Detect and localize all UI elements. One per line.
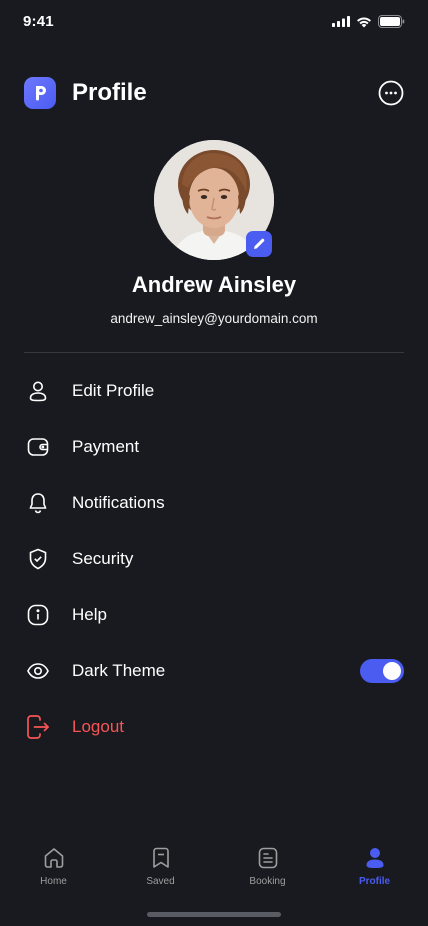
p-logo-icon [24, 77, 56, 109]
shield-icon [24, 545, 52, 573]
user-icon [24, 377, 52, 405]
wifi-icon [357, 17, 371, 27]
menu-item-payment[interactable]: Payment [24, 419, 404, 475]
avatar-container [154, 140, 274, 260]
eye-icon [24, 657, 52, 685]
home-indicator [147, 912, 281, 917]
battery-icon [378, 15, 405, 28]
tab-booking[interactable]: Booking [214, 846, 321, 896]
dark-theme-toggle[interactable] [360, 659, 404, 683]
menu-item-label: Payment [72, 437, 140, 456]
signal-icon [332, 16, 350, 27]
status-bar: 9:41 [0, 0, 428, 44]
document-icon [258, 847, 277, 869]
bookmark-icon [152, 847, 169, 868]
menu-item-label: Dark Theme [72, 661, 166, 680]
menu-item-notifications[interactable]: Notifications [24, 475, 404, 531]
wallet-icon [24, 433, 52, 461]
status-icons [332, 15, 405, 28]
profile-icon [366, 848, 383, 868]
toggle-knob [383, 662, 401, 680]
page-title: Profile [72, 79, 147, 106]
settings-menu: Edit Profile Payment Notifications Secur… [24, 363, 404, 755]
profile-name: Andrew Ainsley [131, 272, 297, 297]
info-icon [24, 601, 52, 629]
tab-profile[interactable]: Profile [321, 846, 428, 896]
tab-saved[interactable]: Saved [107, 846, 214, 896]
menu-item-label: Logout [72, 717, 124, 736]
menu-item-label: Security [72, 549, 134, 568]
profile-email: andrew_ainsley@yourdomain.com [110, 311, 318, 326]
bell-icon [24, 489, 52, 517]
status-time: 9:41 [23, 13, 54, 30]
menu-item-security[interactable]: Security [24, 531, 404, 587]
menu-item-edit-profile[interactable]: Edit Profile [24, 363, 404, 419]
tab-label: Home [40, 876, 67, 887]
header: Profile [24, 76, 404, 110]
logout-icon [24, 713, 52, 741]
menu-item-label: Edit Profile [72, 381, 155, 400]
menu-item-help[interactable]: Help [24, 587, 404, 643]
more-button[interactable] [378, 80, 404, 106]
divider [24, 352, 404, 353]
tab-label: Booking [249, 876, 286, 887]
bottom-tab-bar: Home Saved Booking Profile [0, 846, 428, 896]
menu-item-logout[interactable]: Logout [24, 699, 404, 755]
menu-item-dark-theme[interactable]: Dark Theme [24, 643, 404, 699]
more-circle-icon [378, 80, 404, 106]
edit-avatar-button[interactable] [246, 231, 272, 257]
tab-label: Saved [146, 876, 175, 887]
tab-label: Profile [358, 876, 391, 887]
menu-item-label: Notifications [72, 493, 165, 512]
pencil-icon [254, 238, 265, 249]
home-icon [44, 848, 63, 868]
tab-home[interactable]: Home [0, 846, 107, 896]
menu-item-label: Help [72, 605, 107, 624]
